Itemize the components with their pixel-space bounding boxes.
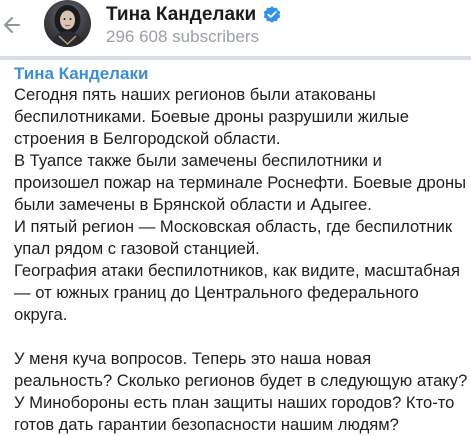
post-text: Сегодня пять наших регионов были атакова… (14, 84, 470, 436)
post-line: — от южных границ до Центрального федера… (14, 283, 419, 302)
post-line: И пятый регион — Московская область, где… (14, 217, 453, 236)
post-line: реальность? Сколько регионов будет в сле… (14, 371, 468, 390)
post-line: беспилотниками. Боевые дроны разрушили ж… (14, 107, 409, 126)
post-line: произошел пожар на терминале Роснефти. Б… (14, 173, 467, 192)
post-line: У меня куча вопросов. Теперь это наша но… (14, 349, 372, 368)
post-author[interactable]: Тина Канделаки (14, 64, 148, 84)
subscriber-count: 296 608 subscribers (106, 27, 260, 46)
channel-post: Тина Канделаки Сегодня пять наших регион… (8, 60, 471, 434)
channel-header: Тина Канделаки 296 608 subscribers (0, 0, 471, 56)
post-line: Сегодня пять наших регионов были атакова… (14, 85, 376, 104)
post-line: У Минобороны есть план защиты наших горо… (14, 393, 455, 412)
post-line: строения в Белгородской области. (14, 129, 281, 148)
post-line: были замечены в Брянской области и Адыге… (14, 195, 372, 214)
back-button[interactable] (0, 10, 24, 40)
post-line: География атаки беспилотников, как видит… (14, 261, 460, 280)
avatar-portrait (50, 5, 85, 47)
post-line: В Туапсе также были замечены беспилотник… (14, 151, 382, 170)
arrow-left-icon (4, 17, 20, 33)
post-line: готов дать гарантии безопасности нашим л… (14, 415, 399, 434)
channel-avatar[interactable] (44, 0, 91, 47)
post-line: упал рядом с газовой станцией. (14, 239, 260, 258)
channel-title-row[interactable]: Тина Канделаки (106, 4, 282, 26)
channel-name: Тина Канделаки (106, 4, 257, 25)
verified-badge-icon (263, 6, 281, 23)
post-line: округа. (14, 305, 68, 324)
